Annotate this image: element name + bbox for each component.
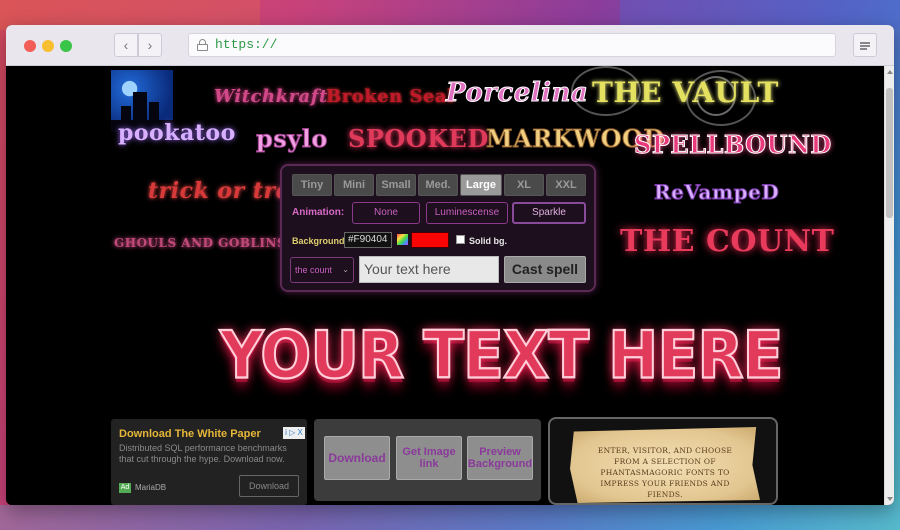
font-select[interactable]: the count ⌄ bbox=[290, 257, 354, 283]
font-sample-pookatoo[interactable]: pookatoo bbox=[118, 120, 236, 146]
page-scrollbar[interactable] bbox=[884, 66, 894, 505]
ad-download-button[interactable]: Download bbox=[239, 475, 299, 497]
size-button-xl[interactable]: XL bbox=[504, 174, 544, 196]
animation-none-button[interactable]: None bbox=[352, 202, 420, 224]
size-button-xxl[interactable]: XXL bbox=[546, 174, 586, 196]
font-sample-the-count[interactable]: THE COUNT bbox=[620, 224, 834, 259]
ad-body: Distributed SQL performance benchmarks t… bbox=[119, 443, 287, 464]
browser-window: ‹ › https:// Witchkraft Broken Seal Porc… bbox=[6, 25, 894, 505]
url-text: https:// bbox=[215, 37, 278, 52]
size-button-mini[interactable]: Mini bbox=[334, 174, 374, 196]
font-sample-revamped[interactable]: ReVampeD bbox=[653, 180, 779, 205]
preview-background-button[interactable]: Preview Background bbox=[467, 436, 533, 480]
font-sample-porcelina[interactable]: Porcelina bbox=[445, 78, 588, 109]
chevron-right-icon: › bbox=[147, 37, 153, 53]
font-sample-broken-seal[interactable]: Broken Seal bbox=[326, 86, 454, 107]
size-button-tiny[interactable]: Tiny bbox=[292, 174, 332, 196]
background-hex-input[interactable]: #F90404 bbox=[344, 232, 392, 248]
font-sample-the-vault[interactable]: THE VAULT bbox=[592, 76, 779, 109]
font-sample-psylo[interactable]: psylo bbox=[256, 124, 328, 154]
font-sample-spooked[interactable]: SPOOKED bbox=[348, 124, 489, 153]
page-content: Witchkraft Broken Seal Porcelina THE VAU… bbox=[6, 66, 884, 505]
background-color-swatch[interactable] bbox=[411, 232, 449, 248]
color-picker-icon[interactable] bbox=[397, 234, 408, 245]
preview-text: YOUR TEXT HERE bbox=[219, 317, 785, 395]
font-sample-spellbound[interactable]: SPELLBOUND bbox=[634, 130, 832, 160]
chevron-down-icon: ⌄ bbox=[342, 265, 349, 274]
solid-bg-label: Solid bg. bbox=[469, 236, 507, 246]
animation-sparkle-button[interactable]: Sparkle bbox=[512, 202, 586, 224]
hamburger-icon bbox=[860, 42, 870, 44]
welcome-scroll-box: Enter, visitor, and choose from a select… bbox=[548, 417, 778, 505]
address-bar[interactable]: https:// bbox=[188, 33, 836, 57]
close-window-button[interactable] bbox=[24, 40, 36, 52]
back-button[interactable]: ‹ bbox=[114, 33, 138, 57]
text-generator-panel: Tiny Mini Small Med. Large XL XXL Animat… bbox=[280, 164, 596, 292]
font-sample-ghouls-and-goblins[interactable]: GHOULS AND GOBLINS bbox=[114, 236, 286, 250]
minimize-window-button[interactable] bbox=[42, 40, 54, 52]
background-shard bbox=[0, 505, 900, 530]
browser-menu-button[interactable] bbox=[853, 33, 877, 57]
solid-bg-checkbox[interactable] bbox=[456, 235, 465, 244]
animation-luminescense-button[interactable]: Luminescense bbox=[426, 202, 508, 224]
size-button-large[interactable]: Large bbox=[460, 174, 502, 196]
ad-title[interactable]: Download The White Paper bbox=[119, 428, 261, 440]
background-shard bbox=[620, 0, 900, 28]
action-panel: Download Get Image link Preview Backgrou… bbox=[314, 419, 541, 501]
scroll-up-icon[interactable] bbox=[887, 70, 893, 74]
advertisement[interactable]: Download The White Paper i ▷ X Distribut… bbox=[111, 419, 307, 505]
maximize-window-button[interactable] bbox=[60, 40, 72, 52]
ad-brand: MariaDB bbox=[135, 483, 167, 492]
browser-titlebar: ‹ › https:// bbox=[6, 25, 894, 66]
chevron-left-icon: ‹ bbox=[123, 37, 129, 53]
download-button[interactable]: Download bbox=[324, 436, 390, 480]
size-button-small[interactable]: Small bbox=[376, 174, 416, 196]
forward-button[interactable]: › bbox=[138, 33, 162, 57]
scrollbar-thumb[interactable] bbox=[886, 88, 893, 218]
cast-spell-button[interactable]: Cast spell bbox=[504, 256, 586, 283]
adchoices-icon[interactable]: i ▷ X bbox=[283, 427, 305, 439]
background-label: Background: bbox=[292, 236, 348, 246]
get-image-link-button[interactable]: Get Image link bbox=[396, 436, 462, 480]
font-sample-witchkraft[interactable]: Witchkraft bbox=[214, 86, 328, 107]
font-select-value: the count bbox=[295, 265, 333, 275]
scroll-down-icon[interactable] bbox=[887, 497, 893, 501]
animation-label: Animation: bbox=[292, 207, 345, 218]
ad-badge: Ad bbox=[119, 483, 131, 493]
lock-icon bbox=[197, 39, 208, 51]
welcome-message: Enter, visitor, and choose from a select… bbox=[597, 446, 733, 499]
text-input[interactable]: Your text here bbox=[359, 256, 499, 283]
size-button-med[interactable]: Med. bbox=[418, 174, 458, 196]
